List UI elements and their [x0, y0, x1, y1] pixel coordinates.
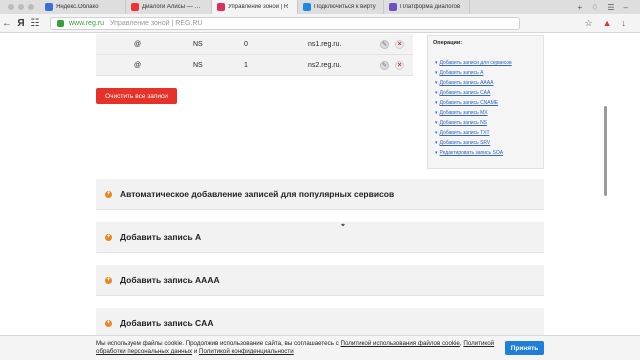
- bookmark-star-icon[interactable]: ☆: [585, 18, 593, 29]
- operation-link[interactable]: Добавить запись SRV: [435, 140, 491, 146]
- yandex-logo[interactable]: Я: [14, 18, 28, 29]
- close-window-button[interactable]: [8, 4, 14, 10]
- connect-favicon-icon: [303, 3, 311, 11]
- edit-pencil-icon[interactable]: ✎: [380, 39, 389, 49]
- expand-plus-icon[interactable]: +: [105, 233, 112, 241]
- browser-tab[interactable]: Диалоги Алисы — Обл: [126, 0, 212, 14]
- accept-cookies-button[interactable]: Принять: [505, 341, 544, 355]
- section-title: Автоматическое добавление записей для по…: [120, 189, 395, 199]
- dialogs-platform-favicon-icon: [389, 3, 397, 11]
- browser-tab[interactable]: Яндекс.Облако: [40, 0, 126, 14]
- record-priority: 1: [244, 61, 248, 69]
- operation-link[interactable]: Добавить запись AAAA: [435, 80, 494, 86]
- section-title: Добавить запись A: [120, 232, 202, 242]
- operation-link[interactable]: Добавить запись A: [435, 70, 484, 76]
- tab-bar-tools: + ♢ ☰ –: [578, 3, 640, 12]
- table-row: @ NS 0 ns1.reg.ru. ✎ ×: [96, 34, 413, 55]
- download-icon[interactable]: ↓: [622, 18, 627, 29]
- section-auto-services[interactable]: + Автоматическое добавление записей для …: [96, 179, 544, 210]
- mouse-cursor-icon: ⌖: [341, 222, 345, 229]
- address-bar-tools: ☆ ▲ ↓: [585, 18, 640, 29]
- clear-all-records-button[interactable]: Очистить все записи: [96, 88, 177, 104]
- section-add-a[interactable]: + Добавить запись A: [96, 222, 544, 253]
- expand-plus-icon[interactable]: +: [105, 276, 112, 284]
- back-arrow-icon[interactable]: ←: [0, 18, 14, 29]
- record-subdomain: @: [134, 61, 142, 69]
- section-add-aaaa[interactable]: + Добавить запись AAAA: [96, 265, 544, 296]
- address-bar-row: ← Я ☷ www.reg.ru Управление зоной | REG.…: [0, 14, 640, 33]
- section-title: Добавить запись CAA: [120, 318, 214, 328]
- operations-title: Операции:: [433, 40, 463, 46]
- minimize-icon[interactable]: –: [624, 3, 628, 12]
- secure-lock-icon[interactable]: [57, 19, 64, 27]
- record-value: ns2.reg.ru.: [308, 61, 342, 69]
- bell-icon[interactable]: ♢: [591, 3, 598, 12]
- expand-plus-icon[interactable]: +: [105, 319, 112, 327]
- yandex-favicon-icon: [131, 3, 139, 11]
- operation-link[interactable]: Добавить запись MX: [435, 110, 488, 116]
- operation-link[interactable]: Редактировать запись SOA: [435, 150, 504, 156]
- browser-tab-bar: Яндекс.Облако Диалоги Алисы — Обл Управл…: [0, 0, 640, 14]
- browser-tab[interactable]: Платформа диалогов: [384, 0, 470, 14]
- delete-x-icon[interactable]: ×: [395, 60, 404, 70]
- record-priority: 0: [244, 40, 248, 48]
- page-scrollbar[interactable]: [604, 106, 607, 196]
- page-content: @ NS 0 ns1.reg.ru. ✎ × @ NS 1 ns2.reg.ru…: [0, 34, 640, 360]
- record-subdomain: @: [134, 40, 142, 48]
- operation-link[interactable]: Добавить запись CNAME: [435, 100, 499, 106]
- table-row: @ NS 1 ns2.reg.ru. ✎ ×: [96, 55, 413, 76]
- operation-link[interactable]: Добавить запись TXT: [435, 130, 490, 136]
- extension-badge-icon[interactable]: ▲: [603, 18, 612, 29]
- url-domain: www.reg.ru: [69, 19, 105, 27]
- window-controls: [0, 4, 40, 10]
- browser-tab[interactable]: Подключиться к вирту: [298, 0, 384, 14]
- operations-panel: Операции: Добавить записи для сервисов Д…: [427, 35, 544, 169]
- section-title: Добавить запись AAAA: [120, 275, 220, 285]
- tabs-grid-icon[interactable]: ☷: [28, 18, 42, 29]
- privacy-policy-link[interactable]: Политикой конфиденциальности: [199, 348, 294, 355]
- browser-tab-active[interactable]: Управление зоной | R: [212, 0, 298, 14]
- delete-x-icon[interactable]: ×: [395, 39, 404, 49]
- record-type: NS: [193, 61, 203, 69]
- new-tab-icon[interactable]: +: [578, 3, 583, 12]
- operation-link[interactable]: Добавить запись CAA: [435, 90, 491, 96]
- expand-plus-icon[interactable]: +: [105, 190, 112, 198]
- cookie-banner: Мы используем файлы cookie. Продолжив ис…: [0, 335, 640, 360]
- record-type: NS: [193, 40, 203, 48]
- yandex-cloud-favicon-icon: [45, 3, 53, 11]
- url-page-title: Управление зоной | REG.RU: [110, 19, 203, 27]
- url-field[interactable]: www.reg.ru Управление зоной | REG.RU: [50, 16, 520, 30]
- record-value: ns1.reg.ru.: [308, 40, 342, 48]
- cookie-text: Мы используем файлы cookie. Продолжив ис…: [96, 340, 495, 355]
- maximize-window-button[interactable]: [28, 4, 34, 10]
- cookie-policy-link[interactable]: Политикой использования файлов cookie: [341, 340, 460, 347]
- regru-favicon-icon: [217, 3, 225, 11]
- operation-link[interactable]: Добавить запись NS: [435, 120, 488, 126]
- minimize-window-button[interactable]: [18, 4, 24, 10]
- operation-link[interactable]: Добавить записи для сервисов: [435, 60, 512, 66]
- dns-records-table: @ NS 0 ns1.reg.ru. ✎ × @ NS 1 ns2.reg.ru…: [96, 34, 413, 76]
- edit-pencil-icon[interactable]: ✎: [380, 60, 389, 70]
- tabs-menu-icon[interactable]: ☰: [607, 3, 614, 12]
